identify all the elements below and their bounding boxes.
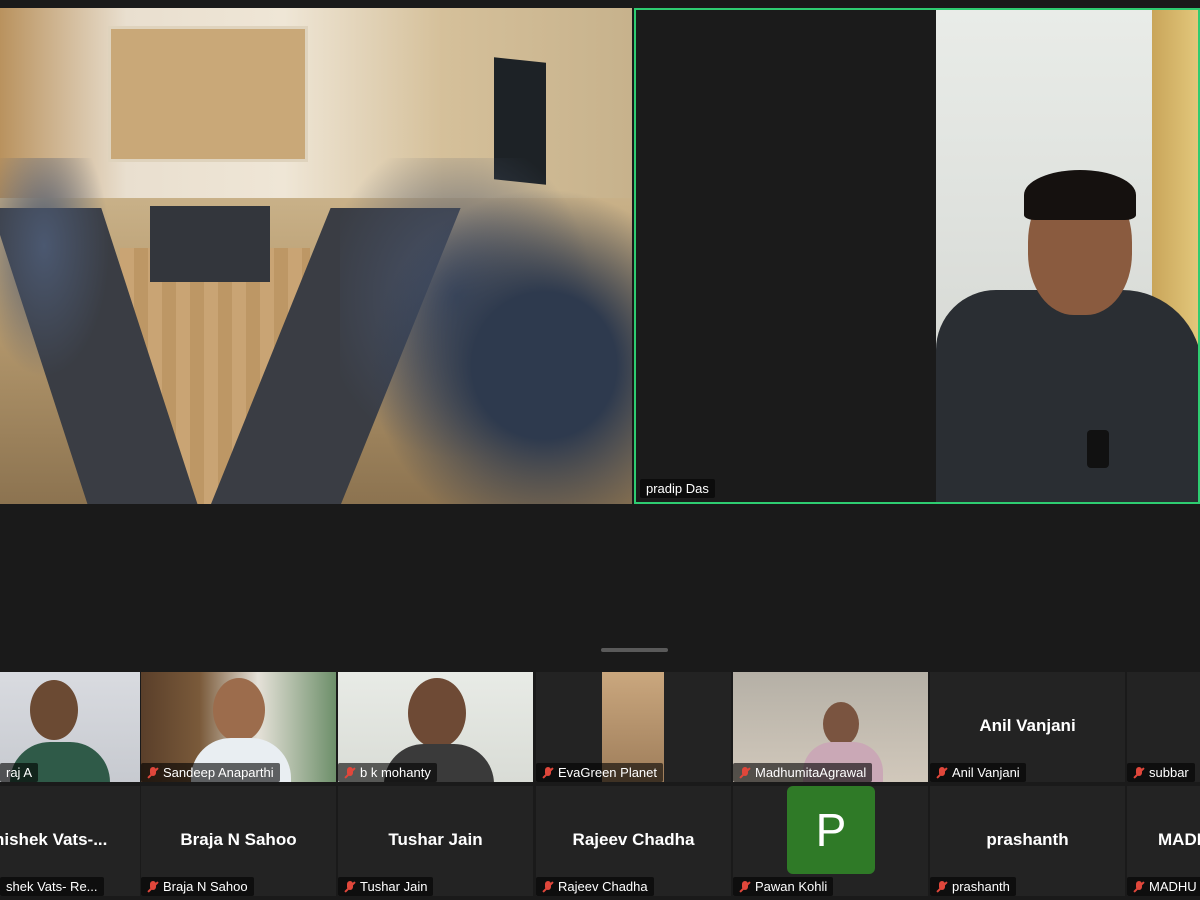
participants-right [340, 158, 632, 504]
mic-muted-icon [1133, 766, 1145, 779]
mic-muted-icon [936, 880, 948, 893]
participant-name-tag: Braja N Sahoo [141, 877, 254, 896]
participant-name-tag: Pawan Kohli [733, 877, 834, 896]
participant-name: prashanth [952, 879, 1010, 894]
participant-display-name: Braja N Sahoo [180, 830, 297, 849]
smartwatch [1087, 430, 1109, 468]
mic-muted-icon [739, 766, 751, 779]
participant-name: Braja N Sahoo [163, 879, 248, 894]
participant-name-tag: MADHU [1127, 877, 1200, 896]
participant-name-tag: Sandeep Anaparthi [141, 763, 280, 782]
gallery-tile[interactable]: Braja N Sahoo Braja N Sahoo [141, 786, 336, 896]
participant-face [30, 680, 78, 740]
participant-display-name: Anil Vanjani [979, 716, 1076, 735]
participant-name: Pawan Kohli [755, 879, 828, 894]
mic-muted-icon [344, 766, 356, 779]
mic-muted-icon [147, 880, 159, 893]
gallery-tile[interactable]: b k mohanty [338, 672, 533, 782]
participant-name: Rajeev Chadha [558, 879, 648, 894]
participant-name-tag: shek Vats- Re... [0, 877, 104, 896]
mic-muted-icon [739, 880, 751, 893]
mic-muted-icon [344, 880, 356, 893]
participant-display-name: Rajeev Chadha [572, 830, 695, 849]
gallery-tile[interactable]: prashanth prashanth [930, 786, 1125, 896]
video-tile-conference-room[interactable] [0, 8, 632, 504]
participant-face [213, 678, 265, 742]
gallery-tile[interactable]: MadhumitaAgrawal [733, 672, 928, 782]
participant-name: b k mohanty [360, 765, 431, 780]
participant-name: MADHU [1149, 879, 1197, 894]
participants-left [0, 158, 110, 378]
mic-muted-icon [147, 766, 159, 779]
participant-name-tag: Tushar Jain [338, 877, 434, 896]
participant-name-tag: b k mohanty [338, 763, 437, 782]
participant-name: raj A [6, 765, 33, 780]
table-head [150, 206, 270, 282]
participant-name: MadhumitaAgrawal [755, 765, 867, 780]
participant-display-name: prashanth [986, 830, 1069, 849]
gallery-tile[interactable]: EvaGreen Planet [536, 672, 731, 782]
participant-name-tag: EvaGreen Planet [536, 763, 664, 782]
gallery-tile[interactable]: raj A [0, 672, 140, 782]
participant-face [823, 702, 859, 746]
participant-display-name: su [1127, 716, 1200, 736]
participant-name-tag: prashanth [930, 877, 1016, 896]
gallery-tile[interactable]: Anil Vanjani Anil Vanjani [930, 672, 1125, 782]
speaker-body [936, 290, 1198, 502]
gallery-tile[interactable]: P Pawan Kohli [733, 786, 928, 896]
participant-name-tag: MadhumitaAgrawal [733, 763, 873, 782]
mic-muted-icon [936, 766, 948, 779]
gallery-tile[interactable]: su subbar [1127, 672, 1200, 782]
participant-name: shek Vats- Re... [6, 879, 98, 894]
participant-avatar: P [787, 786, 875, 874]
mic-muted-icon [542, 880, 554, 893]
participant-name-tag: Anil Vanjani [930, 763, 1026, 782]
video-tile-active-speaker[interactable]: pradip Das [634, 8, 1200, 504]
participant-name-tag: subbar [1127, 763, 1195, 782]
participant-name: subbar [1149, 765, 1189, 780]
participant-name: Anil Vanjani [952, 765, 1020, 780]
participant-name: Tushar Jain [360, 879, 428, 894]
wood-panel [108, 26, 308, 162]
gallery-tile[interactable]: Tushar Jain Tushar Jain [338, 786, 533, 896]
gallery-tile[interactable]: MADI MADHU [1127, 786, 1200, 896]
gallery-tile[interactable]: hishek Vats-... shek Vats- Re... [0, 786, 140, 896]
participant-name: Sandeep Anaparthi [163, 765, 274, 780]
mic-muted-icon [542, 766, 554, 779]
participant-display-name: hishek Vats-... [0, 830, 108, 849]
participant-face [408, 678, 466, 748]
speaker-name-tag: pradip Das [640, 479, 715, 498]
mic-muted-icon [1133, 880, 1145, 893]
participant-name-tag: Rajeev Chadha [536, 877, 654, 896]
participant-display-name: Tushar Jain [388, 830, 483, 849]
gallery-tile[interactable]: Sandeep Anaparthi [141, 672, 336, 782]
participant-name: EvaGreen Planet [558, 765, 658, 780]
participant-name-tag: raj A [0, 763, 39, 782]
gallery-tile[interactable]: Rajeev Chadha Rajeev Chadha [536, 786, 731, 896]
speaker-hair [1024, 170, 1136, 220]
participant-display-name: MADI [1158, 830, 1200, 849]
resize-handle[interactable] [601, 648, 668, 652]
